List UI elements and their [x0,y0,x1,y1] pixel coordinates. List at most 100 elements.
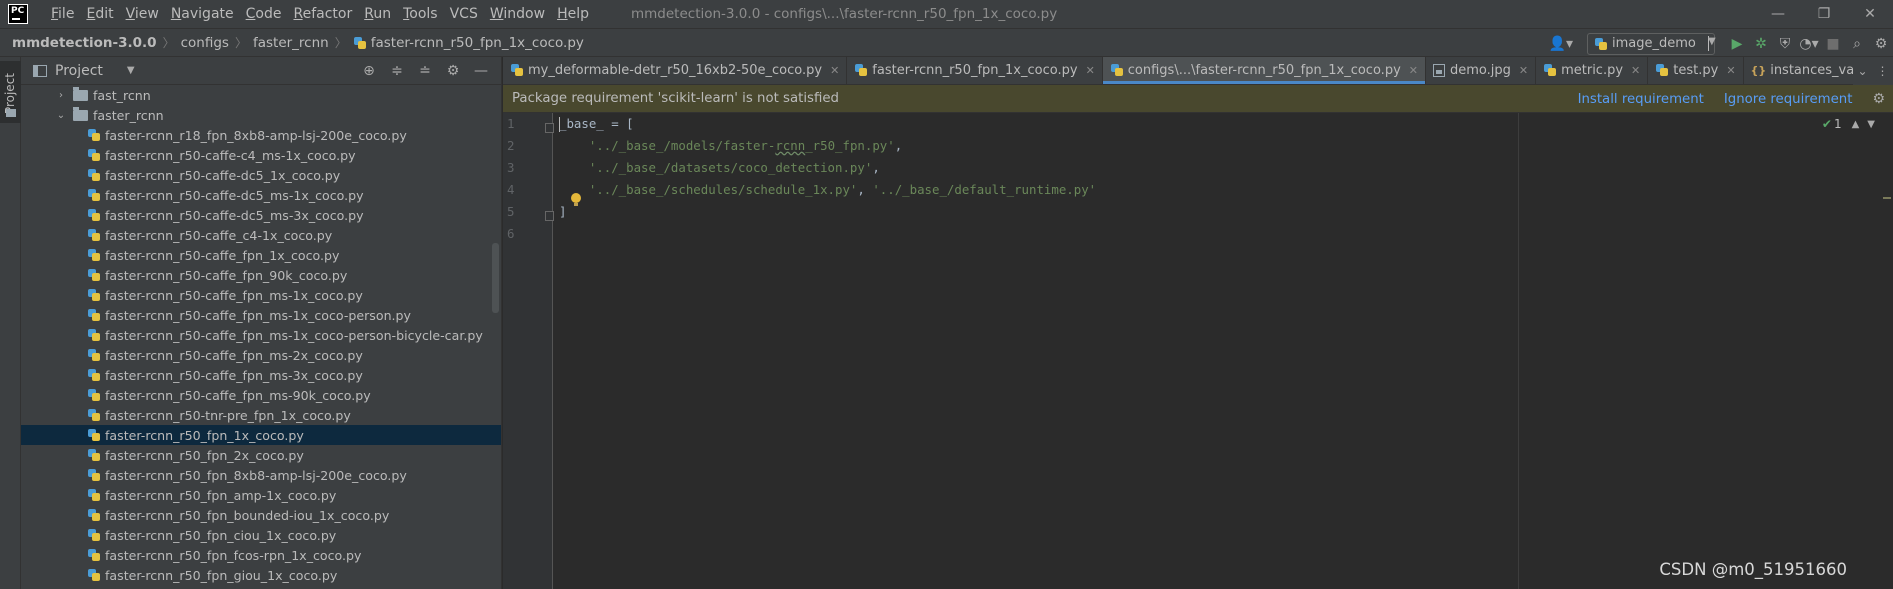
minimize-button[interactable]: — [1755,0,1801,28]
left-tool-stripe: Project [0,57,21,589]
python-file-icon [87,448,101,462]
profile-icon[interactable]: ◔▾ [1797,32,1821,56]
editor-tab[interactable]: configs\...\faster-rcnn_r50_fpn_1x_coco.… [1102,57,1426,84]
menu-run[interactable]: Run [358,0,397,28]
run-config-select[interactable]: image_demo ▼ [1587,32,1716,55]
run-icon[interactable]: ▶ [1725,32,1749,56]
breadcrumb-faster-rcnn[interactable]: faster_rcnn [253,35,329,51]
coverage-icon[interactable]: ⛨ [1773,32,1797,56]
tree-file[interactable]: faster-rcnn_r50-caffe_fpn_ms-90k_coco.py [21,385,501,405]
chevron-down-icon[interactable]: ▼ [127,65,135,76]
breadcrumb-file[interactable]: faster-rcnn_r50_fpn_1x_coco.py [353,35,584,51]
tree-file[interactable]: faster-rcnn_r50-caffe_fpn_ms-1x_coco-per… [21,325,501,345]
project-tool-tab[interactable]: Project [0,61,21,123]
menu-tools[interactable]: Tools [397,0,444,28]
tree-file[interactable]: faster-rcnn_r50_fpn_ciou_1x_coco.py [21,525,501,545]
tree-file[interactable]: faster-rcnn_r50-caffe_c4-1x_coco.py [21,225,501,245]
menu-navigate[interactable]: Navigate [165,0,240,28]
menu-view[interactable]: View [120,0,165,28]
tree-file[interactable]: faster-rcnn_r50_fpn_fcos-rpn_1x_coco.py [21,545,501,565]
tree-file[interactable]: faster-rcnn_r50-caffe-dc5_ms-1x_coco.py [21,185,501,205]
install-requirement-link[interactable]: Install requirement [1578,92,1704,107]
tree-item-label: faster-rcnn_r50_fpn_giou_1x_coco.py [105,567,338,583]
tree-file[interactable]: faster-rcnn_r50-caffe-dc5_ms-3x_coco.py [21,205,501,225]
tree-file[interactable]: faster-rcnn_r50_fpn_amp-1x_coco.py [21,485,501,505]
close-icon[interactable]: ✕ [1726,64,1735,77]
watermark: CSDN @m0_51951660 [1659,560,1847,579]
menu-window[interactable]: Window [484,0,551,28]
breadcrumb-configs[interactable]: configs [181,35,229,51]
menu-help[interactable]: Help [551,0,595,28]
tree-file[interactable]: faster-rcnn_r50-caffe_fpn_1x_coco.py [21,245,501,265]
ignore-requirement-link[interactable]: Ignore requirement [1724,92,1853,107]
close-icon[interactable]: ✕ [830,64,839,77]
fold-toggle-icon[interactable] [545,211,554,221]
menu-file[interactable]: File [45,0,80,28]
chevron-up-down-icon[interactable]: ▲▼ [1852,119,1883,130]
tree-file[interactable]: faster-rcnn_r50_fpn_2x_coco.py [21,445,501,465]
editor-tab[interactable]: metric.py ✕ [1536,57,1649,84]
hide-panel-icon[interactable]: — [467,63,495,79]
tree-file[interactable]: faster-rcnn_r50-tnr-pre_fpn_1x_coco.py [21,405,501,425]
code-line: '../_base_/schedules/schedule_1x.py', '.… [559,179,1096,201]
chevron-down-icon[interactable]: ⌄ [1857,64,1867,78]
user-icon[interactable]: 👤▾ [1549,36,1573,52]
menu-refactor[interactable]: Refactor [287,0,358,28]
gear-icon[interactable]: ⚙ [439,63,467,79]
editor-tab[interactable]: demo.jpg ✕ [1426,57,1537,84]
package-requirement-banner: Package requirement 'scikit-learn' is no… [503,85,1893,113]
inspection-widget[interactable]: ✔ 1 ▲▼ [1822,117,1883,131]
tree-file[interactable]: faster-rcnn_r50_fpn_1x_coco.py [21,425,501,445]
locate-file-icon[interactable]: ⊕ [355,63,383,79]
close-icon[interactable]: ✕ [1086,64,1095,77]
tree-folder[interactable]: › fast_rcnn [21,85,501,105]
window-title: mmdetection-3.0.0 - configs\...\faster-r… [631,6,1058,22]
tree-file[interactable]: faster-rcnn_r50_fpn_giou_1x_coco.py [21,565,501,585]
tree-file[interactable]: faster-rcnn_r50_fpn_8xb8-amp-lsj-200e_co… [21,465,501,485]
tree-file[interactable]: faster-rcnn_r50_fpn_... [21,585,501,589]
navigation-bar: mmdetection-3.0.0 〉 configs 〉 faster_rcn… [0,28,1893,57]
menu-edit[interactable]: Edit [80,0,119,28]
tree-file[interactable]: faster-rcnn_r50-caffe_fpn_ms-3x_coco.py [21,365,501,385]
code-editor[interactable]: _base_ = [ '../_base_/models/faster-rcnn… [559,113,1759,589]
search-icon[interactable]: ⌕ [1845,32,1869,56]
close-icon[interactable]: ✕ [1409,64,1418,77]
tree-file[interactable]: faster-rcnn_r50-caffe-c4_ms-1x_coco.py [21,145,501,165]
chevron-right-icon[interactable]: › [55,90,67,101]
tree-file[interactable]: faster-rcnn_r50-caffe_fpn_ms-1x_coco.py [21,285,501,305]
tree-file[interactable]: faster-rcnn_r50-caffe_fpn_ms-1x_coco-per… [21,305,501,325]
expand-all-icon[interactable]: ≑ [383,63,411,79]
close-icon[interactable]: ✕ [1519,64,1528,77]
editor-tab[interactable]: faster-rcnn_r50_fpn_1x_coco.py ✕ [847,57,1103,84]
menu-code[interactable]: Code [240,0,288,28]
settings-icon[interactable]: ⚙ [1869,32,1893,56]
tree-folder[interactable]: ⌄ faster_rcnn [21,105,501,125]
gear-icon[interactable]: ⚙ [1872,91,1885,107]
project-panel-title[interactable]: Project [55,63,103,79]
close-window-button[interactable]: ✕ [1847,0,1893,28]
editor-tab[interactable]: test.py ✕ [1648,57,1744,84]
restore-button[interactable]: ❐ [1801,0,1847,28]
breadcrumb-project[interactable]: mmdetection-3.0.0 [12,35,157,51]
menu-vcs[interactable]: VCS [444,0,484,28]
tree-file[interactable]: faster-rcnn_r18_fpn_8xb8-amp-lsj-200e_co… [21,125,501,145]
inspection-count: 1 [1833,117,1842,131]
stop-icon[interactable]: ■ [1821,32,1845,56]
editor-scrollbar[interactable] [1881,113,1893,589]
tree-file[interactable]: faster-rcnn_r50-caffe_fpn_90k_coco.py [21,265,501,285]
debug-icon[interactable]: ✲ [1749,32,1773,56]
python-file-icon [854,63,868,77]
fold-toggle-icon[interactable] [545,123,554,133]
collapse-all-icon[interactable]: ≐ [411,63,439,79]
more-tabs-icon[interactable]: ⋮ [1877,64,1889,78]
tree-file[interactable]: faster-rcnn_r50-caffe-dc5_1x_coco.py [21,165,501,185]
close-icon[interactable]: ✕ [1631,64,1640,77]
project-tree-scrollbar[interactable] [492,243,499,313]
tree-file[interactable]: faster-rcnn_r50_fpn_bounded-iou_1x_coco.… [21,505,501,525]
editor-tab[interactable]: my_deformable-detr_r50_16xb2-50e_coco.py… [503,57,848,84]
tree-item-label: faster-rcnn_r50_fpn_bounded-iou_1x_coco.… [105,507,390,523]
chevron-down-icon[interactable]: ⌄ [55,110,67,121]
tree-file[interactable]: faster-rcnn_r50-caffe_fpn_ms-2x_coco.py [21,345,501,365]
line-number: 3 [507,160,515,175]
code-line: _base_ = [ [559,113,634,135]
